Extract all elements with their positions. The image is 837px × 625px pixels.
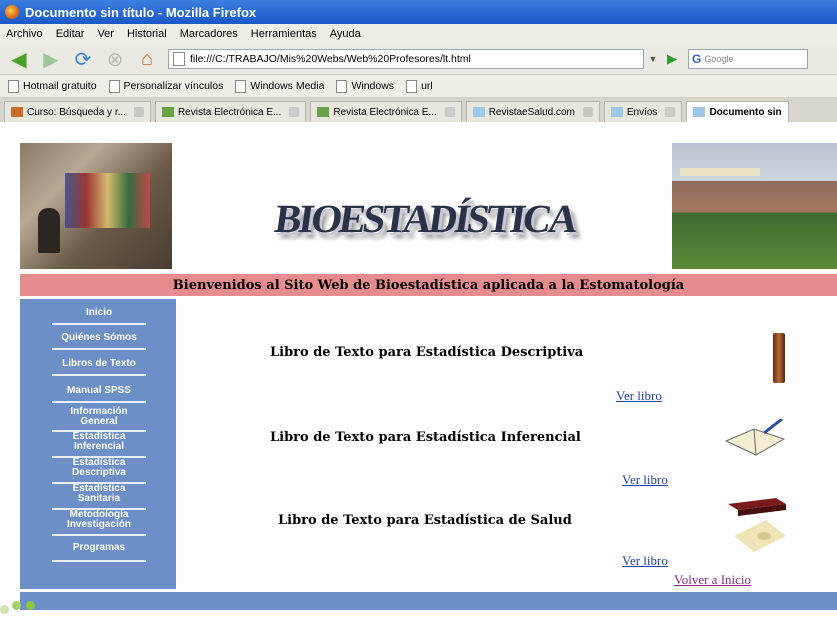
menu-herramientas[interactable]: Herramientas <box>251 28 317 40</box>
sidebar-item-informacion-general[interactable]: Información General <box>52 407 146 427</box>
forward-arrow-icon[interactable]: ▶ <box>38 48 64 71</box>
sidebar-item-quienes-somos[interactable]: Quiénes Sómos <box>52 333 146 343</box>
tab-favicon <box>693 107 706 117</box>
tab-favicon <box>610 107 623 117</box>
building-sign <box>680 168 760 176</box>
sidebar-divider <box>52 401 146 403</box>
search-placeholder: Google <box>704 54 734 64</box>
menu-archivo[interactable]: Archivo <box>6 28 43 40</box>
sidebar-item-inicio[interactable]: Inicio <box>52 308 146 318</box>
menu-ayuda[interactable]: Ayuda <box>330 28 361 40</box>
bust-image <box>38 208 60 253</box>
tab-favicon <box>472 107 485 117</box>
book-stack-icon <box>728 498 786 552</box>
close-icon[interactable] <box>444 107 455 117</box>
close-icon[interactable] <box>133 107 144 117</box>
sidebar-divider <box>52 534 146 536</box>
ver-libro-link-salud[interactable]: Ver libro <box>622 553 668 569</box>
book-title-inferencial: Libro de Texto para Estadística Inferenc… <box>270 430 581 445</box>
close-icon[interactable] <box>289 107 300 117</box>
sidebar-item-manual-spss[interactable]: Manual SPSS <box>52 386 146 396</box>
tab-favicon <box>161 107 174 117</box>
page-icon <box>8 79 19 93</box>
bookmark-hotmail[interactable]: Hotmail gratuito <box>8 79 97 93</box>
page-icon <box>173 52 185 66</box>
close-icon[interactable] <box>665 107 676 117</box>
volver-a-inicio-link[interactable]: Volver a Inicio <box>674 572 751 588</box>
mural-image <box>65 173 150 228</box>
tab-revista-1[interactable]: Revista Electrónica E... <box>154 101 307 122</box>
book-title-salud: Libro de Texto para Estadística de Salud <box>278 513 572 528</box>
search-box[interactable]: G Google <box>688 49 808 69</box>
decorative-dots <box>0 597 40 621</box>
menu-editar[interactable]: Editar <box>56 28 85 40</box>
reload-icon[interactable]: ⟳ <box>70 48 96 71</box>
close-icon[interactable] <box>582 107 593 117</box>
sidebar-item-libros-de-texto[interactable]: Libros de Texto <box>52 359 146 369</box>
bookmarks-toolbar: Hotmail gratuito Personalizar vínculos W… <box>0 75 837 98</box>
open-book-icon <box>724 419 786 456</box>
address-url: file:///C:/TRABAJO/Mis%20Webs/Web%20Prof… <box>190 53 471 65</box>
page-icon <box>336 79 348 93</box>
bookmark-url[interactable]: url <box>406 79 433 93</box>
footer-bar <box>20 592 837 610</box>
menu-bar: Archivo Editar Ver Historial Marcadores … <box>0 24 837 44</box>
sidebar-nav: Inicio Quiénes Sómos Libros de Texto Man… <box>20 299 176 589</box>
navigation-toolbar: ◀ ▶ ⟳ ⊗ ⌂ file:///C:/TRABAJO/Mis%20Webs/… <box>0 44 837 75</box>
sidebar-item-estadistica-descriptiva[interactable]: Estadística Descriptiva <box>52 458 146 478</box>
tab-envios[interactable]: Envíos <box>603 101 683 122</box>
menu-historial[interactable]: Historial <box>127 28 167 40</box>
history-dropdown-icon[interactable]: ▼ <box>644 49 662 69</box>
bookmark-personalizar[interactable]: Personalizar vínculos <box>108 79 223 93</box>
welcome-banner: Bienvenidos al Sito Web de Bioestadístic… <box>20 274 837 296</box>
tab-strip: Curso: Búsqueda y r... Revista Electróni… <box>0 98 837 122</box>
firefox-icon <box>5 5 19 19</box>
window-title: Documento sin título - Mozilla Firefox <box>25 4 257 20</box>
bookmark-windows-media[interactable]: Windows Media <box>235 79 324 93</box>
tab-favicon <box>11 107 23 117</box>
tab-curso[interactable]: Curso: Búsqueda y r... <box>4 101 151 122</box>
ver-libro-link-descriptiva[interactable]: Ver libro <box>616 388 662 404</box>
window-titlebar: Documento sin título - Mozilla Firefox <box>0 0 837 24</box>
back-arrow-icon[interactable]: ◀ <box>6 48 32 71</box>
menu-ver[interactable]: Ver <box>97 28 114 40</box>
tab-revista-2[interactable]: Revista Electrónica E... <box>310 101 462 122</box>
header-photo-right <box>672 143 837 269</box>
tab-favicon <box>317 107 330 117</box>
page-icon <box>406 79 418 93</box>
bookmark-windows[interactable]: Windows <box>336 79 394 93</box>
sidebar-divider <box>52 374 146 376</box>
page-icon <box>235 79 247 93</box>
page-content: BIOESTADÍSTICA Bienvenidos al Sito Web d… <box>0 123 837 625</box>
go-arrow-icon[interactable]: ▶ <box>662 49 682 69</box>
sidebar-item-metodologia-investigacion[interactable]: Metodología Investigación <box>52 510 146 530</box>
sidebar-divider <box>52 560 146 562</box>
site-logo: BIOESTADÍSTICA <box>272 195 578 241</box>
closed-book-icon <box>773 333 785 383</box>
tab-documento[interactable]: Documento sin <box>686 101 789 122</box>
ver-libro-link-inferencial[interactable]: Ver libro <box>622 472 668 488</box>
page-icon <box>108 79 120 93</box>
tab-revistaesalud[interactable]: RevistaeSalud.com <box>465 101 600 122</box>
sidebar-divider <box>52 323 146 325</box>
header-photo-left <box>20 143 172 269</box>
address-bar[interactable]: file:///C:/TRABAJO/Mis%20Webs/Web%20Prof… <box>168 49 644 69</box>
sidebar-divider <box>52 348 146 350</box>
sidebar-item-estadistica-inferencial[interactable]: Estadística Inferencial <box>52 432 146 452</box>
home-icon[interactable]: ⌂ <box>134 48 160 70</box>
menu-marcadores[interactable]: Marcadores <box>180 28 238 40</box>
sidebar-item-estadistica-sanitaria[interactable]: Estadística Sanitaria <box>52 484 146 504</box>
stop-icon[interactable]: ⊗ <box>102 48 128 71</box>
book-title-descriptiva: Libro de Texto para Estadística Descript… <box>270 345 584 360</box>
sidebar-item-programas[interactable]: Programas <box>52 543 146 553</box>
google-icon: G <box>692 52 702 66</box>
